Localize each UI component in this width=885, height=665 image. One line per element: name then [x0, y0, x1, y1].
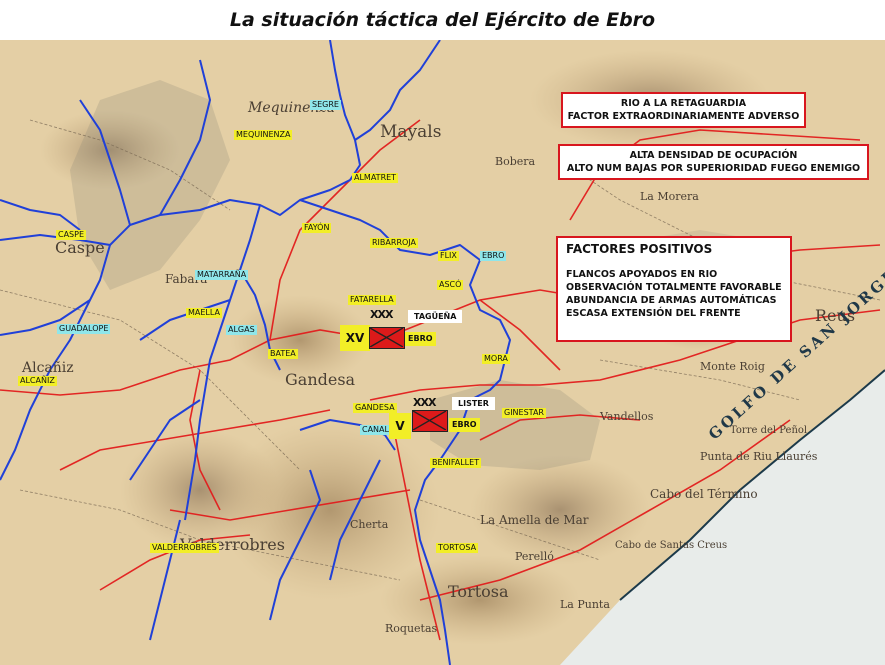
label-maella: MAELLA: [186, 308, 222, 318]
maptext-alcaniz: Alcañiz: [22, 360, 74, 376]
maptext-cherta: Cherta: [350, 518, 389, 531]
maptext-puntariu: Punta de Riu Llaurés: [700, 450, 818, 463]
map-background: [0, 40, 885, 665]
unit-xv-commander: TAGÜEÑA: [408, 310, 463, 323]
unit-xv-echelon: XXX: [370, 308, 393, 321]
box-densidad-line2: ALTO NUM BAJAS POR SUPERIORIDAD FUEGO EN…: [566, 163, 861, 174]
label-alcaniz: ALCAÑIZ: [18, 376, 57, 386]
unit-v-echelon: XXX: [413, 396, 436, 409]
unit-v-symbol: [412, 410, 448, 432]
maptext-tortosa: Tortosa: [448, 582, 509, 601]
label-tortosa: TORTOSA: [436, 543, 479, 553]
label-asco: ASCÓ: [437, 280, 464, 290]
label-batea: BATEA: [268, 349, 298, 359]
maptext-vandellos: Vandellos: [600, 410, 654, 423]
box-rio-line2: FACTOR EXTRAORDINARIAMENTE ADVERSO: [567, 111, 800, 122]
infantry-cross-icon: [370, 328, 403, 347]
unit-v-commander: LISTER: [452, 397, 495, 410]
label-algas: ALGAS: [226, 325, 257, 335]
factor-item: ABUNDANCIA DE ARMAS AUTOMÁTICAS: [566, 295, 777, 306]
label-fayon: FAYÓN: [302, 223, 332, 233]
factor-item: ESCASA EXTENSIÓN DEL FRENTE: [566, 308, 741, 319]
label-ebro-river: EBRO: [480, 251, 507, 261]
label-matarrana: MATARRAÑA: [195, 270, 249, 280]
map-title: La situación táctica del Ejército de Ebr…: [0, 0, 885, 40]
unit-v-army: EBRO: [449, 418, 480, 432]
maptext-lapunta: La Punta: [560, 598, 610, 611]
label-almatret: ALMATRET: [352, 173, 399, 183]
label-valderrobres: VALDERROBRES: [150, 543, 219, 553]
unit-xv-army: EBRO: [405, 332, 436, 346]
factor-item: OBSERVACIÓN TOTALMENTE FAVORABLE: [566, 282, 782, 293]
box-densidad-line1: ALTA DENSIDAD DE OCUPACIÓN: [629, 150, 798, 161]
unit-xv-number: XV: [340, 325, 370, 351]
infantry-cross-icon: [413, 411, 446, 430]
label-gandesa: GANDESA: [353, 403, 397, 413]
label-segre: SEGRE: [310, 100, 341, 110]
label-caspe: CASPE: [56, 230, 87, 240]
box-densidad: ALTA DENSIDAD DE OCUPACIÓN ALTO NUM BAJA…: [558, 144, 869, 180]
maptext-perello: Perelló: [515, 550, 554, 563]
box-rio-line1: RIO A LA RETAGUARDIA: [620, 98, 747, 109]
label-mequinenza: MEQUINENZA: [234, 130, 293, 140]
unit-xv-symbol: [369, 327, 405, 349]
maptext-cabo: Cabo del Término: [650, 487, 758, 501]
box-rio-retaguardia: RIO A LA RETAGUARDIA FACTOR EXTRAORDINAR…: [561, 92, 806, 128]
unit-v-number: V: [389, 413, 411, 439]
factores-heading: FACTORES POSITIVOS: [566, 242, 713, 256]
maptext-roquetas: Roquetas: [385, 622, 438, 635]
maptext-bobera: Bobera: [495, 155, 536, 168]
maptext-mayals: Mayals: [380, 122, 442, 142]
label-benifallet: BENIFALLET: [430, 458, 482, 468]
label-ginestar: GINESTAR: [502, 408, 546, 418]
label-canal: CANAL: [360, 425, 391, 435]
label-fatarella: FATARELLA: [348, 295, 396, 305]
tactical-map: Mequinenza Mayals Caspe Fabara Gandesa V…: [0, 40, 885, 665]
label-flix: FLIX: [438, 251, 459, 261]
maptext-caspe: Caspe: [55, 238, 105, 257]
label-mora: MORA: [482, 354, 510, 364]
factor-item: FLANCOS APOYADOS EN RIO: [566, 269, 718, 280]
maptext-amella: La Amella de Mar: [480, 513, 589, 527]
maptext-gandesa: Gandesa: [285, 370, 356, 389]
maptext-torrefenol: Torre del Peñol: [730, 425, 808, 436]
maptext-lamorera: La Morera: [640, 190, 699, 203]
label-ribarroja: RIBARROJA: [370, 238, 418, 248]
label-guadalope: GUADALOPE: [57, 324, 111, 334]
box-factores-positivos: FACTORES POSITIVOS FLANCOS APOYADOS EN R…: [556, 236, 792, 342]
maptext-montroig: Monte Roig: [700, 360, 765, 373]
maptext-canals: Cabo de Santas Creus: [615, 540, 728, 551]
